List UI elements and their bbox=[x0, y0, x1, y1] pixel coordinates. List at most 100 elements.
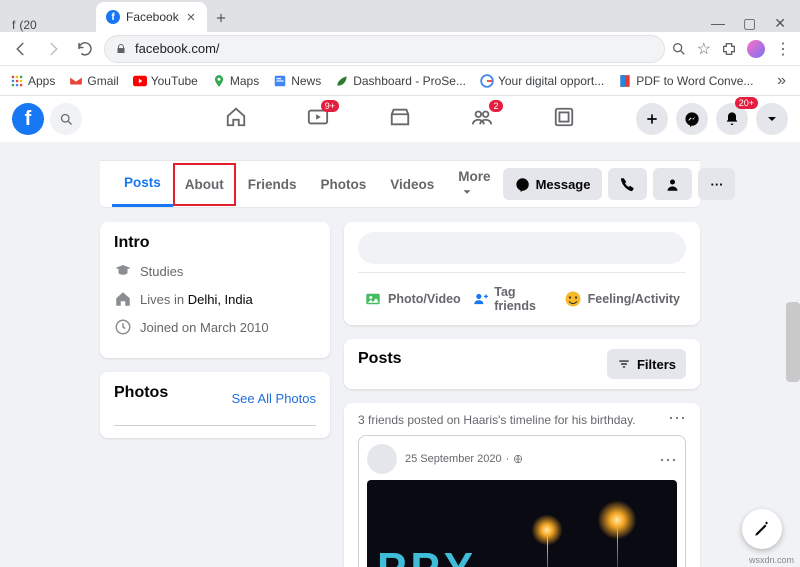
bookmark-dashboard[interactable]: Dashboard - ProSe... bbox=[335, 74, 466, 88]
sparkler-icon bbox=[587, 500, 647, 567]
bookmark-youtube[interactable]: YouTube bbox=[133, 74, 198, 88]
tab-more-label: More bbox=[458, 169, 490, 184]
lock-icon bbox=[115, 43, 127, 55]
composer-feeling[interactable]: Feeling/Activity bbox=[558, 279, 686, 319]
phone-icon bbox=[620, 177, 635, 192]
posts-heading: Posts bbox=[358, 350, 402, 368]
edit-fab-button[interactable] bbox=[742, 509, 782, 549]
nav-marketplace[interactable] bbox=[389, 106, 411, 133]
intro-card: Intro Studies Lives in Delhi, India Join… bbox=[100, 222, 330, 358]
post-image-text: PPY bbox=[377, 544, 477, 567]
google-g-icon bbox=[480, 74, 494, 88]
tag-friends-icon bbox=[473, 290, 489, 308]
see-all-photos-link[interactable]: See All Photos bbox=[231, 391, 316, 406]
composer-photo-video[interactable]: Photo/Video bbox=[358, 279, 467, 319]
facebook-favicon-icon: f bbox=[12, 18, 15, 32]
tab-title: Facebook bbox=[126, 10, 179, 24]
intro-studies: Studies bbox=[114, 262, 316, 280]
profile-tabs: Posts About Friends Photos Videos More M… bbox=[100, 160, 700, 208]
bookmark-pdf-word[interactable]: PDF to Word Conve... bbox=[618, 74, 753, 88]
news-icon bbox=[273, 74, 287, 88]
bookmarks-overflow-icon[interactable]: » bbox=[777, 72, 790, 90]
new-tab-button[interactable] bbox=[207, 4, 235, 32]
more-actions-button[interactable]: ··· bbox=[698, 168, 735, 200]
composer-tag-friends[interactable]: Tag friends bbox=[467, 279, 558, 319]
messenger-button[interactable] bbox=[676, 103, 708, 135]
inner-post: 25 September 2020 · ··· PPY bbox=[358, 435, 686, 567]
post-date: 25 September 2020 bbox=[405, 453, 502, 465]
gmail-icon bbox=[69, 74, 83, 88]
bookmark-label: Your digital opport... bbox=[498, 74, 604, 88]
intro-heading: Intro bbox=[114, 234, 316, 252]
page-search-icon[interactable] bbox=[671, 41, 687, 57]
inner-post-menu-icon[interactable]: ··· bbox=[659, 454, 677, 464]
nav-home[interactable] bbox=[225, 106, 247, 133]
chevron-down-icon bbox=[460, 185, 474, 199]
bookmark-apps[interactable]: Apps bbox=[10, 74, 55, 88]
composer-tag-label: Tag friends bbox=[494, 285, 551, 313]
tab0-title: (20 bbox=[19, 18, 36, 32]
profile-avatar-icon[interactable] bbox=[747, 40, 765, 58]
bookmark-news[interactable]: News bbox=[273, 74, 321, 88]
account-menu-button[interactable] bbox=[756, 103, 788, 135]
bookmark-digital-opport[interactable]: Your digital opport... bbox=[480, 74, 604, 88]
reload-button[interactable] bbox=[72, 36, 98, 62]
close-window-icon[interactable]: ✕ bbox=[774, 15, 786, 32]
back-button[interactable] bbox=[8, 36, 34, 62]
photos-heading: Photos bbox=[114, 384, 168, 402]
facebook-right-nav: 20+ bbox=[636, 103, 788, 135]
feeling-icon bbox=[564, 290, 582, 308]
url-input[interactable]: facebook.com/ bbox=[104, 35, 665, 63]
bookmark-label: Maps bbox=[230, 74, 259, 88]
photo-icon bbox=[364, 290, 382, 308]
photos-grid bbox=[114, 420, 316, 426]
nav-watch[interactable]: 9+ bbox=[307, 106, 329, 133]
tab-about[interactable]: About bbox=[173, 163, 236, 206]
notifications-button[interactable]: 20+ bbox=[716, 103, 748, 135]
tab-friends[interactable]: Friends bbox=[236, 163, 309, 206]
graduation-cap-icon bbox=[114, 262, 132, 280]
post-timeline-note: 3 friends posted on Haaris's timeline fo… bbox=[358, 413, 636, 427]
post-author-avatar[interactable] bbox=[367, 444, 397, 474]
close-tab-icon[interactable] bbox=[185, 11, 197, 23]
maximize-icon[interactable]: ▢ bbox=[743, 15, 756, 32]
composer-input[interactable] bbox=[358, 232, 686, 264]
bookmark-maps[interactable]: Maps bbox=[212, 74, 259, 88]
clock-icon bbox=[114, 318, 132, 336]
add-friend-button[interactable] bbox=[653, 168, 692, 200]
leaf-icon bbox=[335, 74, 349, 88]
scrollbar-thumb[interactable] bbox=[786, 302, 800, 382]
call-button[interactable] bbox=[608, 168, 647, 200]
extensions-icon[interactable] bbox=[721, 41, 737, 57]
browser-menu-icon[interactable]: ⋮ bbox=[775, 39, 792, 59]
create-button[interactable] bbox=[636, 103, 668, 135]
bookmark-star-icon[interactable]: ☆ bbox=[697, 39, 711, 59]
bookmark-gmail[interactable]: Gmail bbox=[69, 74, 118, 88]
filters-button[interactable]: Filters bbox=[607, 349, 686, 379]
messenger-icon bbox=[515, 177, 530, 192]
tab-videos[interactable]: Videos bbox=[378, 163, 446, 206]
post-image[interactable]: PPY bbox=[367, 480, 677, 567]
post-menu-icon[interactable]: ··· bbox=[668, 413, 686, 427]
forward-button[interactable] bbox=[40, 36, 66, 62]
tab-photos[interactable]: Photos bbox=[309, 163, 379, 206]
photos-card: Photos See All Photos bbox=[100, 372, 330, 438]
composer-feeling-label: Feeling/Activity bbox=[588, 292, 680, 306]
tab-posts[interactable]: Posts bbox=[112, 161, 173, 207]
browser-tab-active[interactable]: f Facebook bbox=[96, 2, 207, 32]
intro-lives-in: Lives in Delhi, India bbox=[114, 290, 316, 308]
tab-more[interactable]: More bbox=[446, 155, 502, 213]
nav-gaming[interactable] bbox=[553, 106, 575, 133]
bookmark-label: PDF to Word Conve... bbox=[636, 74, 753, 88]
facebook-logo-icon[interactable]: f bbox=[12, 103, 44, 135]
ellipsis-icon: ··· bbox=[710, 177, 723, 192]
nav-groups[interactable]: 2 bbox=[471, 106, 493, 133]
post-card: 3 friends posted on Haaris's timeline fo… bbox=[344, 403, 700, 567]
intro-joined-text: Joined on March 2010 bbox=[140, 320, 269, 335]
post-meta: 25 September 2020 · bbox=[405, 453, 523, 465]
minimize-icon[interactable]: — bbox=[711, 15, 725, 32]
pdf-icon bbox=[618, 74, 632, 88]
facebook-search-button[interactable] bbox=[50, 103, 82, 135]
tab-background[interactable]: f (20 bbox=[6, 18, 96, 32]
message-button[interactable]: Message bbox=[503, 168, 603, 200]
